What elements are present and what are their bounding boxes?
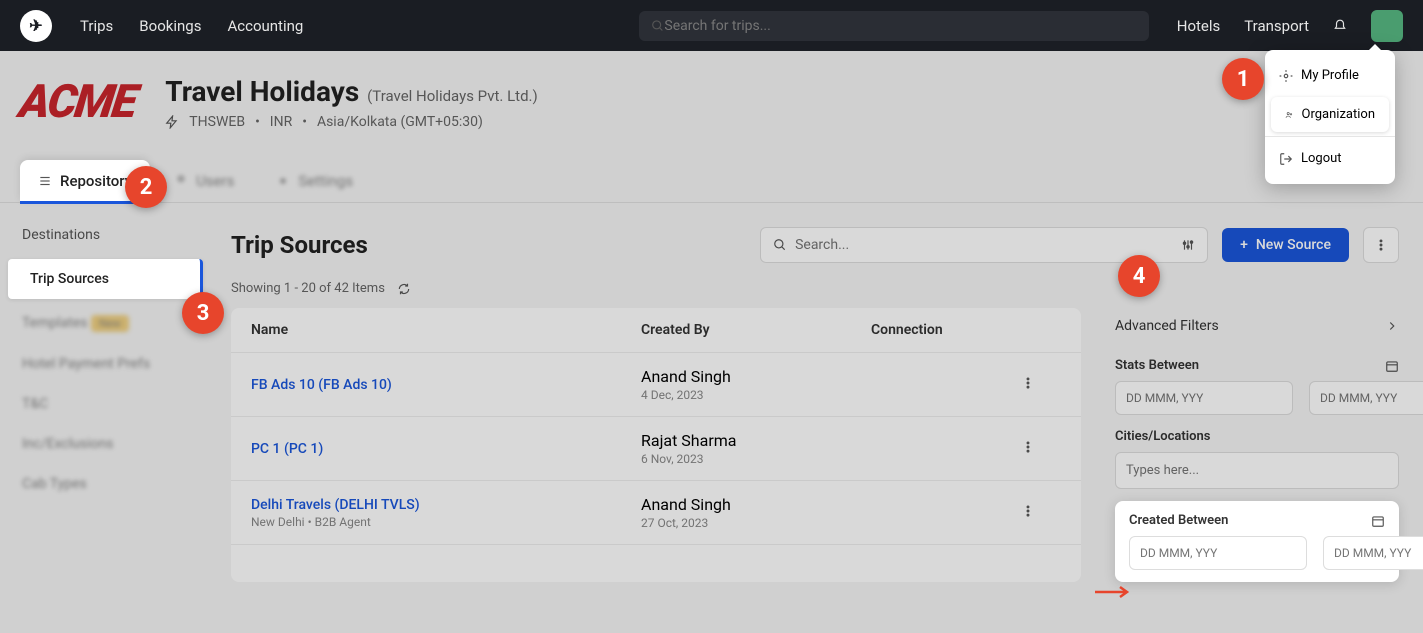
annotation-marker-2: 2	[125, 166, 167, 208]
filters-panel: Advanced Filters Stats Between Cities/Lo…	[1115, 308, 1399, 582]
sidebar-trip-sources[interactable]: Trip Sources	[8, 259, 203, 299]
bell-icon[interactable]	[1333, 19, 1347, 33]
advanced-filters-toggle[interactable]: Advanced Filters	[1115, 308, 1399, 344]
nav-trips[interactable]: Trips	[80, 17, 113, 35]
cities-input[interactable]	[1115, 452, 1399, 489]
sidebar-templates[interactable]: Templates New	[0, 303, 207, 344]
created-between-card: Created Between	[1115, 501, 1399, 582]
nav-transport[interactable]: Transport	[1244, 17, 1309, 35]
table-row[interactable]: PC 1 (PC 1) Rajat Sharma6 Nov, 2023	[231, 417, 1081, 481]
sliders-icon[interactable]	[1181, 238, 1195, 252]
annotation-arrow	[1095, 584, 1135, 600]
org-legal: (Travel Holidays Pvt. Ltd.)	[367, 87, 538, 105]
global-search-input[interactable]	[664, 18, 1136, 34]
gear-icon	[276, 174, 290, 188]
page-title: Trip Sources	[231, 231, 368, 259]
cities-label: Cities/Locations	[1115, 429, 1210, 444]
created-between-label: Created Between	[1129, 513, 1228, 528]
dd-organization[interactable]: Organization	[1271, 97, 1389, 132]
refresh-icon[interactable]	[397, 282, 411, 296]
sidebar-inclusions[interactable]: Inc/Exclusions	[0, 424, 207, 464]
global-search[interactable]	[639, 11, 1149, 41]
stats-between-label: Stats Between	[1115, 358, 1199, 373]
created-to-input[interactable]	[1323, 536, 1423, 570]
dots-vertical-icon	[1374, 238, 1388, 252]
org-currency: INR	[270, 114, 292, 130]
local-search-input[interactable]	[795, 237, 1173, 253]
stats-from-input[interactable]	[1115, 381, 1293, 415]
sidebar-hotel-prefs[interactable]: Hotel Payment Prefs	[0, 344, 207, 384]
nav-bookings[interactable]: Bookings	[139, 17, 201, 35]
created-from-input[interactable]	[1129, 536, 1307, 570]
nav-accounting[interactable]: Accounting	[227, 17, 303, 35]
chevron-right-icon	[1385, 319, 1399, 333]
col-header-created-by: Created By	[641, 322, 871, 338]
user-icon	[174, 174, 188, 188]
org-header: ACME Travel Holidays (Travel Holidays Pv…	[0, 51, 1423, 160]
annotation-marker-4: 4	[1118, 255, 1160, 297]
calendar-icon[interactable]	[1371, 514, 1385, 528]
more-button[interactable]	[1363, 227, 1399, 263]
org-name: Travel Holidays	[165, 75, 359, 108]
dots-vertical-icon[interactable]	[1021, 440, 1035, 454]
dd-logout[interactable]: Logout	[1265, 141, 1395, 176]
sidebar-destinations[interactable]: Destinations	[0, 215, 207, 255]
main-content: Trip Sources + New Source Showing 1 - 20…	[207, 203, 1423, 606]
tab-users[interactable]: Users	[156, 160, 252, 202]
dots-vertical-icon[interactable]	[1021, 376, 1035, 390]
col-header-connection: Connection	[871, 322, 1021, 338]
user-dropdown: My Profile Organization Logout	[1265, 50, 1395, 184]
stats-to-input[interactable]	[1309, 381, 1423, 415]
org-code: THSWEB	[189, 114, 245, 130]
table-row[interactable]: Delhi Travels (DELHI TVLS)New Delhi • B2…	[231, 481, 1081, 545]
sources-table: Name Created By Connection FB Ads 10 (FB…	[231, 308, 1081, 582]
dd-my-profile[interactable]: My Profile	[1265, 58, 1395, 93]
org-tabs: Repository Users Settings	[0, 160, 1423, 203]
dots-vertical-icon[interactable]	[1021, 504, 1035, 518]
org-logo: ACME	[16, 75, 139, 129]
annotation-marker-3: 3	[182, 292, 224, 334]
new-source-button[interactable]: + New Source	[1222, 228, 1349, 262]
sidebar: Destinations Trip Sources Templates New …	[0, 203, 207, 606]
search-icon	[773, 238, 787, 252]
bolt-icon	[165, 115, 179, 129]
gear-icon	[1279, 69, 1293, 83]
nav-hotels[interactable]: Hotels	[1177, 17, 1221, 35]
table-row[interactable]: FB Ads 10 (FB Ads 10) Anand Singh4 Dec, …	[231, 353, 1081, 417]
user-avatar[interactable]	[1371, 10, 1403, 42]
calendar-icon[interactable]	[1385, 359, 1399, 373]
plus-icon: +	[1240, 237, 1248, 253]
org-timezone: Asia/Kolkata (GMT+05:30)	[317, 114, 483, 130]
annotation-marker-1: 1	[1222, 58, 1264, 100]
app-logo[interactable]: ✈	[20, 10, 52, 42]
sidebar-tac[interactable]: T&C	[0, 384, 207, 424]
tab-settings[interactable]: Settings	[258, 160, 371, 202]
logout-icon	[1279, 152, 1293, 166]
col-header-name: Name	[251, 322, 641, 338]
sidebar-cab-types[interactable]: Cab Types	[0, 464, 207, 504]
search-icon	[651, 19, 665, 33]
list-icon	[38, 174, 52, 188]
people-icon	[1285, 108, 1294, 122]
topbar: ✈ Trips Bookings Accounting Hotels Trans…	[0, 0, 1423, 51]
showing-text: Showing 1 - 20 of 42 Items	[231, 281, 385, 296]
